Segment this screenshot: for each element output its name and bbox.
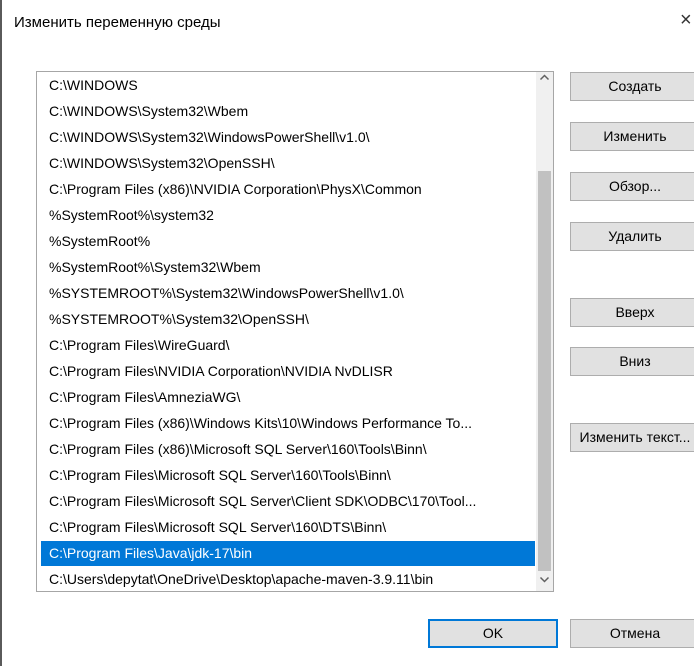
- list-item[interactable]: C:\Program Files (x86)\Windows Kits\10\W…: [41, 411, 535, 436]
- list-item[interactable]: C:\Program Files (x86)\Microsoft SQL Ser…: [41, 437, 535, 462]
- delete-button[interactable]: Удалить: [570, 222, 694, 251]
- list-item[interactable]: C:\Program Files\Microsoft SQL Server\16…: [41, 515, 535, 540]
- list-item[interactable]: C:\Program Files\Microsoft SQL Server\Cl…: [41, 489, 535, 514]
- list-item[interactable]: %SystemRoot%: [41, 229, 535, 254]
- edit-env-variable-dialog: Изменить переменную среды × C:\WINDOWS C…: [0, 0, 694, 666]
- list-item[interactable]: C:\Program Files\NVIDIA Corporation\NVID…: [41, 359, 535, 384]
- path-list: C:\WINDOWS C:\WINDOWS\System32\Wbem C:\W…: [37, 72, 537, 591]
- chevron-down-icon[interactable]: [536, 574, 553, 591]
- list-item[interactable]: C:\Program Files\Java\jdk-17\bin: [41, 541, 535, 566]
- list-item[interactable]: C:\Users\depytat\OneDrive\Desktop\apache…: [41, 567, 535, 591]
- list-item[interactable]: C:\WINDOWS\System32\WindowsPowerShell\v1…: [41, 125, 535, 150]
- close-icon[interactable]: ×: [680, 10, 692, 30]
- move-up-button[interactable]: Вверх: [570, 298, 694, 327]
- list-item[interactable]: %SYSTEMROOT%\System32\WindowsPowerShell\…: [41, 281, 535, 306]
- cancel-button[interactable]: Отмена: [570, 619, 694, 648]
- move-down-button[interactable]: Вниз: [570, 347, 694, 376]
- list-item[interactable]: C:\Program Files (x86)\NVIDIA Corporatio…: [41, 177, 535, 202]
- list-item[interactable]: C:\WINDOWS: [41, 73, 535, 98]
- create-button[interactable]: Создать: [570, 72, 694, 101]
- edit-button[interactable]: Изменить: [570, 122, 694, 151]
- list-item[interactable]: %SystemRoot%\system32: [41, 203, 535, 228]
- scrollbar-thumb[interactable]: [538, 171, 551, 571]
- edit-text-button[interactable]: Изменить текст...: [570, 423, 694, 452]
- ok-button[interactable]: OK: [428, 619, 558, 648]
- list-item[interactable]: C:\WINDOWS\System32\Wbem: [41, 99, 535, 124]
- window-border: [0, 0, 2, 666]
- list-item[interactable]: %SYSTEMROOT%\System32\OpenSSH\: [41, 307, 535, 332]
- list-item[interactable]: C:\Program Files\AmneziaWG\: [41, 385, 535, 410]
- vertical-scrollbar[interactable]: [536, 72, 553, 591]
- dialog-title: Изменить переменную среды: [14, 14, 221, 31]
- list-item[interactable]: C:\Program Files\Microsoft SQL Server\16…: [41, 463, 535, 488]
- browse-button[interactable]: Обзор...: [570, 172, 694, 201]
- list-item[interactable]: C:\WINDOWS\System32\OpenSSH\: [41, 151, 535, 176]
- list-item[interactable]: %SystemRoot%\System32\Wbem: [41, 255, 535, 280]
- path-listbox[interactable]: C:\WINDOWS C:\WINDOWS\System32\Wbem C:\W…: [36, 71, 554, 592]
- chevron-up-icon[interactable]: [536, 72, 553, 89]
- list-item[interactable]: C:\Program Files\WireGuard\: [41, 333, 535, 358]
